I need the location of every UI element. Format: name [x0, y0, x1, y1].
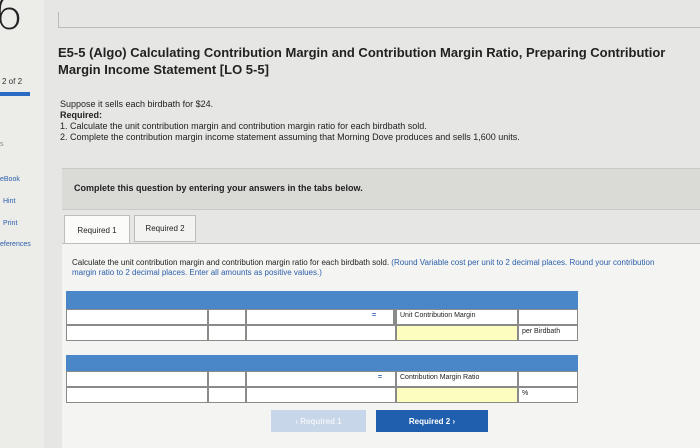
unit-cm-unit: per Birdbath [522, 328, 561, 335]
instructions-box: Complete this question by entering your … [62, 168, 700, 210]
unit-cm-answer-input[interactable] [396, 325, 518, 341]
panel-instructions: Calculate the unit contribution margin a… [72, 258, 672, 278]
sidebar-item-ebook[interactable]: eBook [0, 176, 20, 183]
cm-ratio-answer-input[interactable] [396, 387, 518, 403]
panel-instructions-main: Calculate the unit contribution margin a… [72, 258, 392, 267]
unit-cm-table-header [66, 291, 578, 309]
cm-ratio-label-1[interactable] [66, 371, 208, 387]
question-number: 6 [0, 0, 24, 40]
unit-cm-input-1[interactable] [66, 325, 208, 341]
requirement-2: 2. Complete the contribution margin inco… [60, 132, 520, 142]
unit-cm-value-1[interactable] [208, 309, 246, 325]
tab-required-2[interactable]: Required 2 [134, 215, 196, 242]
left-sidebar: 6 2 of 2 s eBook Hint Print eferences [0, 0, 44, 448]
question-title: E5-5 (Algo) Calculating Contribution Mar… [58, 44, 700, 78]
prev-required-button[interactable]: ‹ Required 1 [271, 410, 366, 432]
unit-cm-result-label: Unit Contribution Margin [400, 312, 476, 319]
cm-ratio-result-label: Contribution Margin Ratio [400, 374, 480, 381]
title-line-2: Margin Income Statement [LO 5-5] [58, 62, 269, 77]
requirement-1: 1. Calculate the unit contribution margi… [60, 121, 427, 131]
problem-statement: Suppose it sells each birdbath for $24. … [60, 99, 680, 143]
tab-required-1[interactable]: Required 1 [64, 215, 130, 244]
unit-cm-blank [518, 309, 578, 325]
cm-ratio-input-3[interactable] [246, 387, 396, 403]
problem-intro: Suppose it sells each birdbath for $24. [60, 99, 214, 109]
cm-ratio-equals: = [378, 374, 383, 381]
title-line-1: E5-5 (Algo) Calculating Contribution Mar… [58, 45, 666, 60]
unit-cm-equals: = [372, 312, 377, 319]
sidebar-item-hint[interactable]: Hint [3, 198, 15, 205]
unit-cm-label-1[interactable] [66, 309, 208, 325]
sidebar-item-print[interactable]: Print [3, 220, 17, 227]
unit-cm-input-2[interactable] [208, 325, 246, 341]
cm-ratio-label-2[interactable] [246, 371, 396, 387]
cm-ratio-input-1[interactable] [66, 387, 208, 403]
cm-ratio-blank [518, 371, 578, 387]
instructions-text: Complete this question by entering your … [74, 183, 363, 193]
page-indicator: 2 of 2 [2, 77, 23, 86]
cm-ratio-input-2[interactable] [208, 387, 246, 403]
required-heading: Required: [60, 110, 103, 120]
page-progress-bar [0, 92, 30, 96]
cm-ratio-value-1[interactable] [208, 371, 246, 387]
next-required-button[interactable]: Required 2 › [376, 410, 488, 432]
unit-cm-input-3[interactable] [246, 325, 396, 341]
rail-label-s: s [0, 141, 4, 148]
top-input-field[interactable] [58, 12, 700, 28]
sidebar-item-references[interactable]: eferences [0, 241, 31, 248]
cm-ratio-unit: % [522, 390, 529, 397]
